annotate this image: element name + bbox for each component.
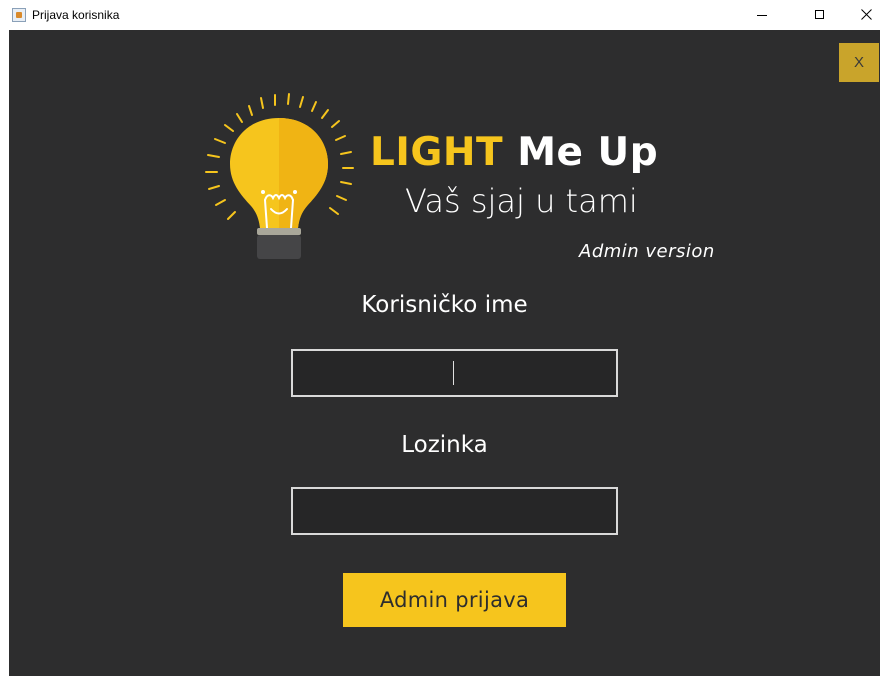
brand-title-highlight: LIGHT [370, 130, 504, 175]
maximize-button[interactable] [797, 0, 843, 30]
login-panel: X LIGHT Me Up Vaš sjaj u tami Admin vers… [9, 30, 880, 676]
window-title-bar: Prijava korisnika [0, 0, 889, 30]
close-icon [861, 9, 872, 20]
panel-close-button[interactable]: X [839, 43, 879, 82]
edition-label: Admin version [579, 241, 715, 262]
brand-tagline: Vaš sjaj u tami [405, 182, 638, 220]
window-title: Prijava korisnika [32, 8, 120, 22]
java-cup-icon [12, 8, 26, 22]
username-label: Korisničko ime [361, 292, 528, 318]
minimize-button[interactable] [739, 0, 785, 30]
lightbulb-icon [205, 93, 354, 259]
brand-title: LIGHT Me Up [370, 130, 658, 175]
brand-title-rest: Me Up [503, 130, 659, 175]
password-field[interactable] [291, 487, 618, 535]
admin-login-button[interactable]: Admin prijava [343, 573, 566, 627]
window-close-button[interactable] [843, 0, 889, 30]
password-label: Lozinka [401, 432, 488, 458]
username-field[interactable] [291, 349, 618, 397]
text-caret [453, 361, 454, 385]
